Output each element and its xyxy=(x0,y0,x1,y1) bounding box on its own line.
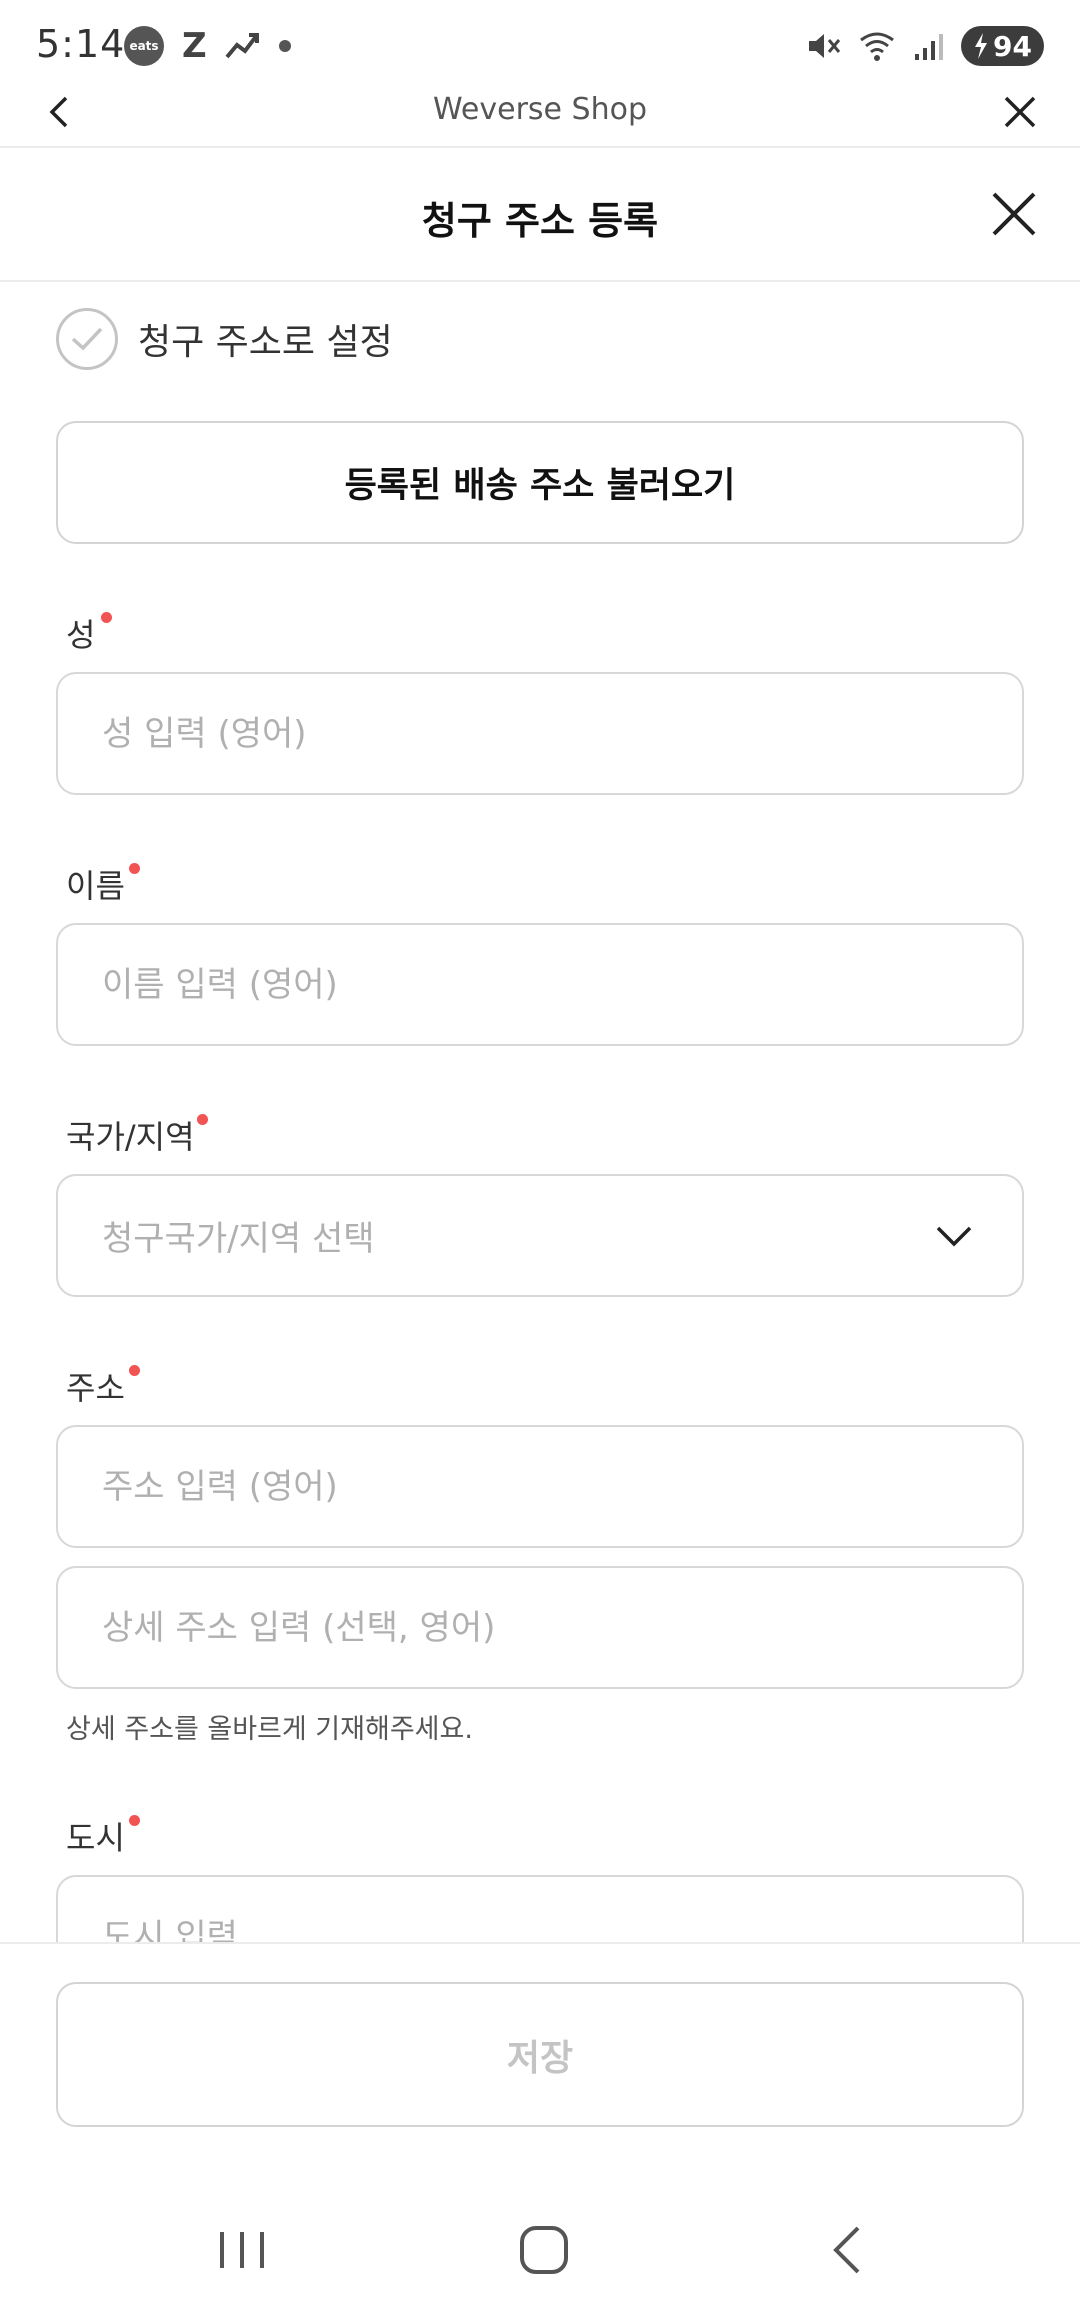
country-select[interactable]: 청구국가/지역 선택 xyxy=(56,1174,1024,1297)
checkbox-circle[interactable] xyxy=(56,308,118,370)
home-icon[interactable] xyxy=(514,2220,574,2280)
required-dot xyxy=(129,863,140,874)
battery-level: 94 xyxy=(993,29,1032,63)
city-input[interactable] xyxy=(56,1875,1024,1942)
country-select-placeholder: 청구국가/지역 선택 xyxy=(102,1219,375,1259)
notification-icons: eats Z xyxy=(124,26,291,66)
address-detail-input[interactable] xyxy=(56,1566,1024,1689)
stock-chart-icon xyxy=(225,33,259,59)
wifi-icon xyxy=(860,32,894,61)
close-webview-icon[interactable] xyxy=(1000,92,1040,132)
z-app-icon: Z xyxy=(182,26,207,66)
recent-apps-icon[interactable] xyxy=(212,2220,272,2280)
save-button[interactable]: 저장 xyxy=(56,1982,1024,2127)
more-notifications-dot-icon xyxy=(278,40,291,52)
status-time: 5:14 xyxy=(36,22,126,66)
system-icons: 94 xyxy=(805,26,1044,66)
city-label: 도시 xyxy=(66,1819,125,1857)
page-title: 청구 주소 등록 xyxy=(421,199,659,243)
back-icon[interactable] xyxy=(818,2220,878,2280)
country-label: 국가/지역 xyxy=(66,1118,195,1156)
sheet-header: 청구 주소 등록 xyxy=(0,150,1080,282)
chevron-down-icon xyxy=(936,1226,972,1247)
last-name-input[interactable] xyxy=(56,672,1024,795)
bottom-action-bar: 저장 xyxy=(0,1942,1080,2152)
eats-label: eats xyxy=(129,39,159,53)
address-label: 주소 xyxy=(66,1369,125,1407)
load-shipping-address-button[interactable]: 등록된 배송 주소 불러오기 xyxy=(56,421,1024,544)
required-dot xyxy=(129,1365,140,1376)
billing-address-checkbox[interactable]: 청구 주소로 설정 xyxy=(56,308,393,370)
required-dot xyxy=(197,1114,208,1125)
check-icon xyxy=(71,327,103,351)
charging-bolt-icon xyxy=(975,33,988,59)
required-dot xyxy=(129,1815,140,1826)
scroll-clip xyxy=(0,1860,1080,1942)
mute-icon xyxy=(809,34,841,58)
first-name-label: 이름 xyxy=(66,867,125,905)
required-dot xyxy=(101,612,112,623)
system-navigation-bar xyxy=(0,2180,1080,2316)
webview-title: Weverse Shop xyxy=(433,92,647,127)
first-name-input[interactable] xyxy=(56,923,1024,1046)
checkbox-label: 청구 주소로 설정 xyxy=(138,322,393,363)
status-bar: 5:14 eats Z 94 xyxy=(0,0,1080,90)
close-icon[interactable] xyxy=(988,188,1040,240)
last-name-label: 성 xyxy=(66,616,96,654)
battery-indicator: 94 xyxy=(961,26,1044,66)
webview-top-bar: Weverse Shop xyxy=(0,80,1080,148)
address-helper-text: 상세 주소를 올바르게 기재해주세요. xyxy=(66,1714,473,1745)
signal-icon xyxy=(915,34,944,60)
address-input[interactable] xyxy=(56,1425,1024,1548)
coupang-eats-icon: eats xyxy=(124,26,164,66)
